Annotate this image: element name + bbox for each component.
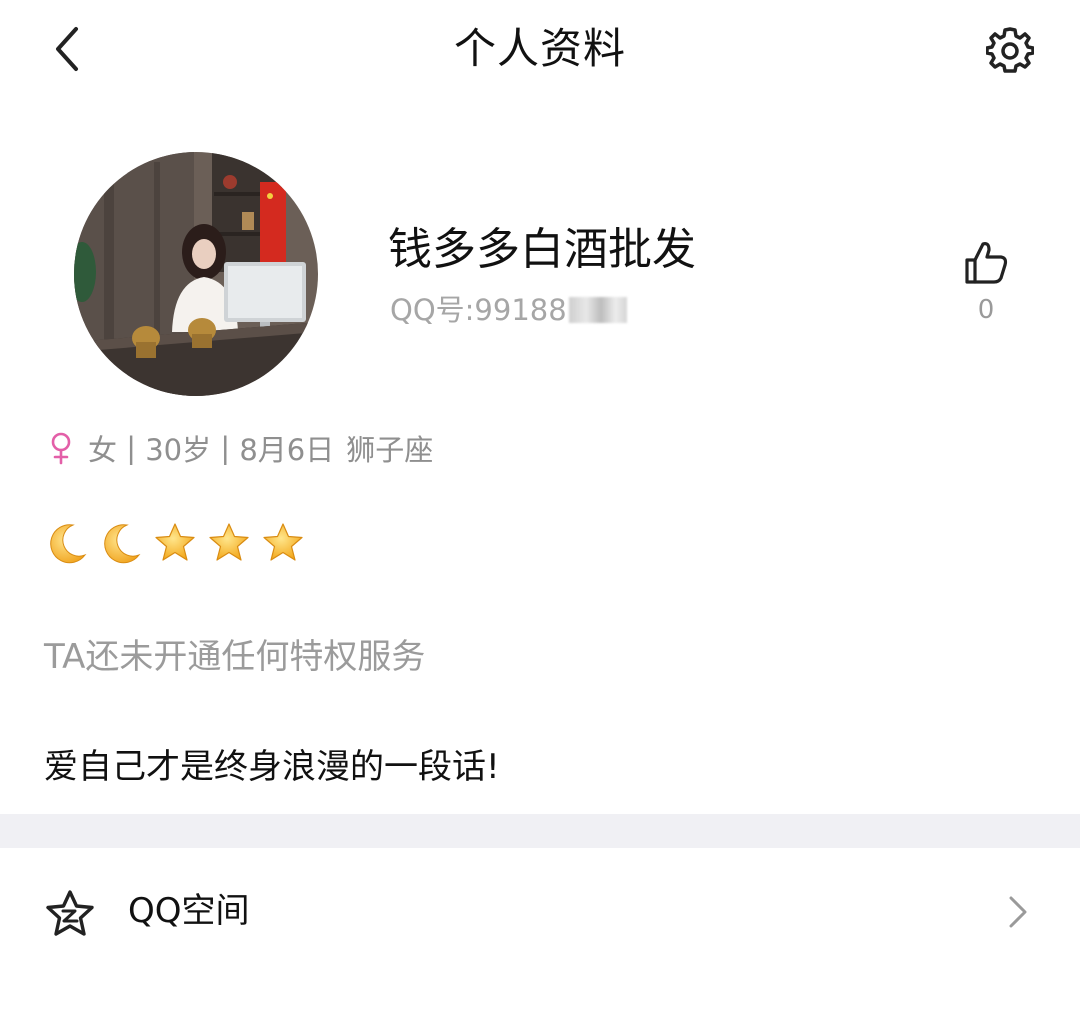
- qq-level-row[interactable]: [44, 518, 314, 568]
- star-icon: [152, 520, 198, 566]
- qq-number-mask: [568, 297, 627, 323]
- qq-number-text: QQ号:99188: [390, 293, 567, 327]
- page-title: 个人资料: [453, 24, 626, 73]
- star-icon: [206, 520, 252, 566]
- chevron-right-icon: [1000, 892, 1036, 932]
- star-icon: [260, 520, 306, 566]
- birthday-text: 8月6日: [239, 433, 335, 467]
- separator: |: [117, 431, 146, 465]
- like-button[interactable]: [958, 232, 1014, 292]
- chevron-left-icon: [56, 27, 78, 71]
- back-button[interactable]: [40, 22, 94, 76]
- gear-icon: [986, 27, 1034, 73]
- qq-space-row[interactable]: QQ空间: [0, 848, 1080, 978]
- avatar[interactable]: [74, 152, 318, 396]
- settings-button[interactable]: [982, 22, 1038, 78]
- moon-icon: [98, 520, 144, 566]
- qq-number: QQ号:99188: [390, 290, 627, 330]
- age-text: 30岁: [145, 433, 212, 467]
- qzone-star-icon: [42, 886, 98, 942]
- nickname: 钱多多白酒批发: [388, 224, 696, 275]
- moon-icon: [44, 520, 90, 566]
- female-icon: [46, 428, 76, 468]
- section-divider: [0, 814, 1080, 848]
- gender-text: 女: [88, 433, 118, 467]
- signature-text: 爱自己才是终身浪漫的一段话!: [44, 747, 500, 787]
- header: 个人资料: [0, 0, 1080, 100]
- like-count: 0: [977, 295, 995, 325]
- profile-info-line: 女 | 30岁 | 8月6日 狮子座: [46, 428, 433, 468]
- separator: |: [211, 431, 240, 465]
- zodiac-text: 狮子座: [346, 433, 434, 467]
- privilege-status-text: TA还未开通任何特权服务: [44, 637, 426, 677]
- thumbs-up-icon: [965, 242, 1008, 284]
- qq-space-label: QQ空间: [128, 891, 250, 931]
